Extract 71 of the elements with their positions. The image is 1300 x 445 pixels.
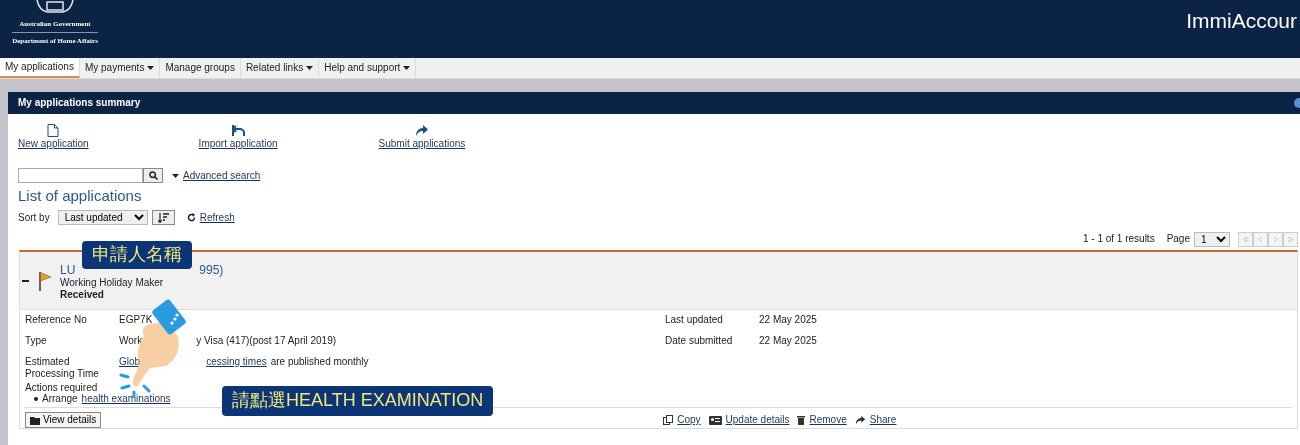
nav-tab[interactable]: Manage groups [160, 58, 241, 78]
refresh-icon [186, 213, 196, 222]
applicant-name[interactable]: 995) [199, 262, 224, 278]
footer-link[interactable]: Update details [725, 414, 790, 426]
processing-times-link[interactable]: Glob [119, 356, 141, 368]
crest-icon [33, 0, 77, 16]
action-link[interactable]: New application [18, 138, 89, 150]
status-text: Received [60, 289, 105, 302]
field-value: y Visa (417)(post 17 April 2019) [196, 335, 337, 347]
field-label: Type [25, 335, 47, 346]
field-value: 22 May 2025 [759, 335, 817, 347]
visa-subclass: Working Holiday Maker [60, 277, 165, 290]
health-examinations-link[interactable]: health examinations [81, 393, 171, 404]
page-label: Page [1166, 233, 1190, 245]
applicant-name[interactable]: LU [60, 262, 76, 278]
results-count: 1 - 1 of 1 results [1082, 233, 1155, 245]
pager-next-button[interactable] [1268, 231, 1283, 247]
actions-required-label: Actions required [25, 382, 98, 393]
action-text: Arrange [42, 393, 78, 404]
id-card-icon [708, 415, 722, 425]
field-label: Date submitted [665, 335, 733, 346]
field-label: Reference No [25, 314, 87, 325]
sort-select[interactable]: Last updated [57, 210, 148, 225]
sort-icon [157, 212, 169, 223]
bullet-icon [34, 396, 38, 401]
nav-tab[interactable]: My applications [0, 58, 80, 78]
pager-last-button[interactable] [1283, 231, 1298, 247]
pager-prev-button[interactable] [1253, 231, 1268, 247]
double-chevron-left-icon [1242, 235, 1249, 243]
app-title: ImmiAccour [1186, 8, 1297, 34]
processing-times-link[interactable]: cessing times [206, 356, 267, 368]
field-label: Estimated Processing Time [25, 356, 99, 379]
double-chevron-right-icon [1287, 235, 1294, 243]
share-arrow-icon [854, 415, 866, 425]
sort-label: Sort by [18, 211, 50, 224]
action-link[interactable]: Import application [198, 138, 278, 150]
footer-link[interactable]: Copy [677, 414, 701, 426]
file-icon [47, 124, 60, 137]
search-button[interactable] [143, 168, 163, 183]
footer-link[interactable]: Share [869, 414, 897, 426]
share-arrow-icon [414, 124, 429, 137]
search-field[interactable] [18, 168, 143, 183]
refresh-link[interactable]: Refresh [199, 211, 235, 224]
name-callout: 申請人名稱 [82, 241, 192, 269]
search-icon [148, 171, 158, 180]
field-label: Last updated [665, 314, 723, 325]
chevron-right-icon [1272, 235, 1279, 243]
copy-icon [663, 415, 674, 425]
page-select[interactable]: 1 [1194, 231, 1230, 247]
flag-icon [38, 270, 52, 291]
field-value: EGP7K [119, 314, 153, 326]
list-title: List of applications [18, 187, 143, 205]
chevron-left-icon [1257, 235, 1264, 243]
footer-link[interactable]: Remove [809, 414, 847, 426]
sort-order-button[interactable] [151, 210, 175, 225]
field-value: 22 May 2025 [759, 314, 817, 326]
nav-tab[interactable]: Related links [240, 58, 320, 78]
trash-icon [797, 415, 806, 425]
pager-first-button[interactable] [1238, 231, 1253, 247]
nav-tab[interactable]: My payments [79, 58, 161, 78]
import-icon [230, 124, 246, 137]
advanced-search-link[interactable]: Advanced search [183, 169, 261, 182]
folder-icon [30, 415, 41, 425]
action-link[interactable]: Submit applications [378, 138, 466, 150]
caret-icon [172, 173, 179, 178]
field-value: Work [119, 335, 143, 347]
panel-title: My applications summary [18, 97, 141, 109]
nav-tab[interactable]: Help and support [319, 58, 417, 78]
field-value: are published monthly [270, 356, 369, 368]
view-details-button[interactable]: View details [25, 412, 102, 428]
instruction-callout: 請點選HEALTH EXAMINATION [222, 386, 494, 416]
